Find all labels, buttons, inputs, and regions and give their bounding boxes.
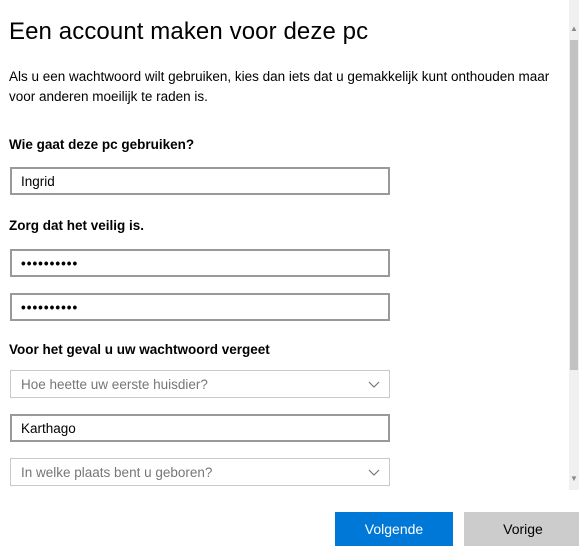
- confirm-password-input[interactable]: [12, 295, 388, 319]
- security-question-2-placeholder: In welke plaats bent u geboren?: [21, 465, 213, 480]
- security-question-1-placeholder: Hoe heette uw eerste huisdier?: [21, 377, 208, 392]
- user-section-label: Wie gaat deze pc gebruiken?: [9, 137, 195, 152]
- scroll-down-arrow-icon[interactable]: ▼: [569, 472, 579, 486]
- vertical-scrollbar[interactable]: ▲ ▼: [569, 0, 579, 490]
- password-section-label: Zorg dat het veilig is.: [9, 218, 145, 233]
- chevron-down-icon: [368, 469, 380, 476]
- back-button[interactable]: Vorige: [464, 512, 579, 546]
- password-field[interactable]: [10, 249, 390, 277]
- security-question-2-select[interactable]: In welke plaats bent u geboren?: [10, 458, 390, 486]
- scroll-up-arrow-icon[interactable]: ▲: [569, 22, 579, 36]
- security-answer-1-field[interactable]: [10, 414, 390, 442]
- chevron-down-icon: [368, 381, 380, 388]
- security-answer-1-input[interactable]: [12, 416, 388, 440]
- next-button[interactable]: Volgende: [335, 512, 453, 546]
- username-input[interactable]: [12, 169, 388, 193]
- security-question-1-select[interactable]: Hoe heette uw eerste huisdier?: [10, 370, 390, 398]
- username-field[interactable]: [10, 167, 390, 195]
- page-title: Een account maken voor deze pc: [9, 18, 369, 45]
- recovery-section-label: Voor het geval u uw wachtwoord vergeet: [9, 342, 270, 357]
- scrollbar-thumb[interactable]: [570, 40, 578, 370]
- intro-text: Als u een wachtwoord wilt gebruiken, kie…: [9, 69, 550, 104]
- confirm-password-field[interactable]: [10, 293, 390, 321]
- password-input[interactable]: [12, 251, 388, 275]
